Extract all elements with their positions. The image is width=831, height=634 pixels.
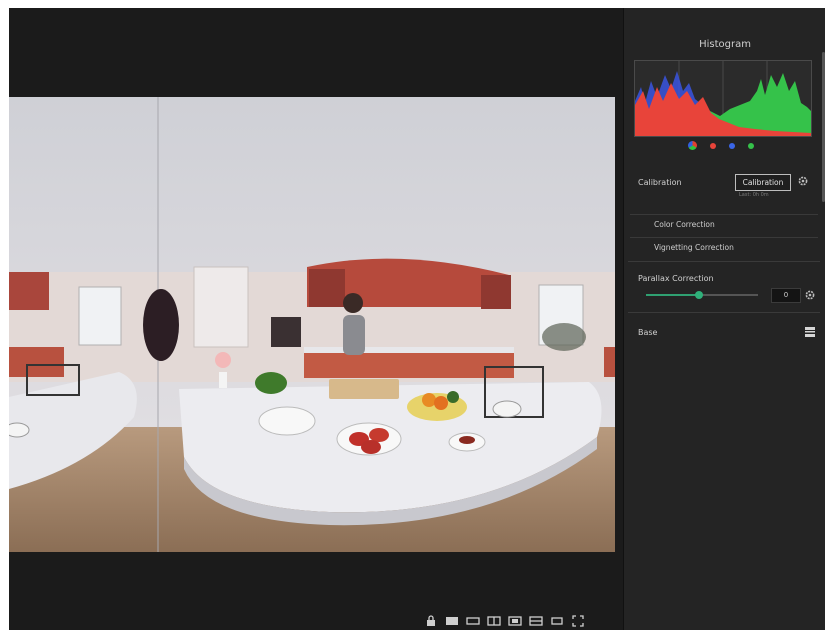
panorama-preview[interactable] [9,97,615,552]
calibration-settings-icon[interactable] [798,176,808,186]
lock-icon[interactable] [423,614,439,628]
adjustments-panel: Histogram Calibration Calibration Last: … [623,8,825,630]
parallax-slider-fill [646,294,699,296]
histogram-title: Histogram [699,39,751,50]
all-channels-icon[interactable] [688,141,697,150]
panel-scrollbar[interactable] [822,52,825,202]
base-label: Base [638,328,658,337]
blue-channel-dot[interactable] [729,142,735,149]
section-divider [628,261,820,262]
parallax-slider-thumb[interactable] [694,291,703,299]
parallax-settings-icon[interactable] [805,290,815,300]
color-correction-label: Color Correction [654,220,715,229]
layout-small-icon[interactable] [549,614,565,628]
app-window: Histogram Calibration Calibration Last: … [9,8,825,630]
parallax-slider[interactable] [646,291,758,299]
base-layers-icon[interactable] [804,326,816,338]
green-channel-dot[interactable] [748,142,754,149]
vignetting-correction-section[interactable]: Vignetting Correction [630,237,818,258]
histogram-channel-selector [688,141,754,150]
histogram-chart [634,60,812,137]
layout-dual-icon[interactable] [507,614,523,628]
parallax-value-input[interactable]: 0 [771,288,801,303]
view-toolbar [423,611,586,630]
color-correction-section[interactable]: Color Correction [630,214,818,235]
layout-wide-icon[interactable] [465,614,481,628]
layout-single-icon[interactable] [444,614,460,628]
layout-quad-icon[interactable] [528,614,544,628]
kitchen-scene [9,97,615,552]
section-divider [628,312,820,313]
red-channel-dot[interactable] [710,142,716,149]
calibration-status: Last: 0h 0m [739,192,769,198]
calibration-label: Calibration [638,178,682,187]
calibration-button[interactable]: Calibration [735,174,791,191]
fullscreen-icon[interactable] [570,614,586,628]
vignetting-correction-label: Vignetting Correction [654,243,734,252]
layout-split-icon[interactable] [486,614,502,628]
parallax-correction-label: Parallax Correction [638,274,714,283]
video-viewer [9,8,623,630]
